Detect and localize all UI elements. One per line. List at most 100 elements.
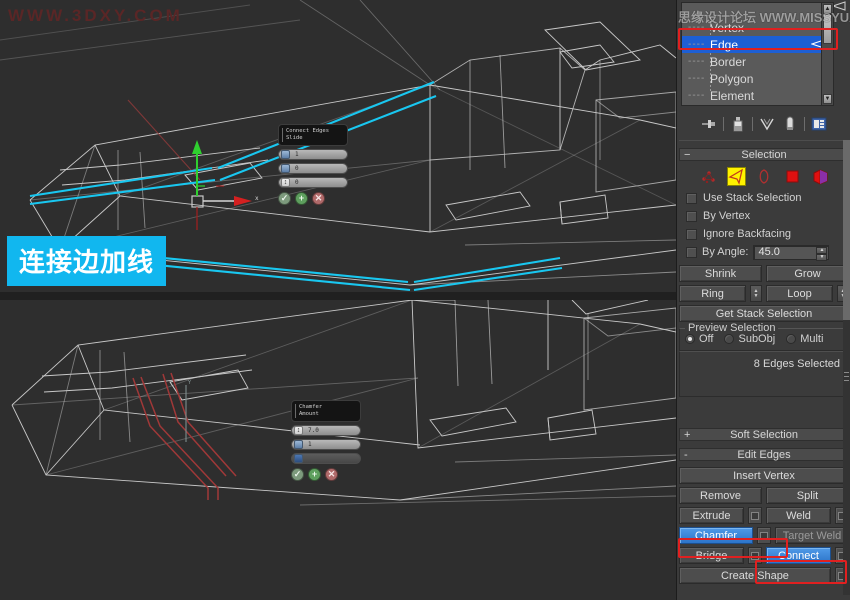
ignore-backfacing-checkbox[interactable] (686, 228, 697, 240)
stack-item-label: Shell (700, 106, 727, 107)
toolbar-separator (723, 117, 724, 131)
toolbar-separator (752, 117, 753, 131)
stack-item-shell[interactable]: Shell (682, 104, 833, 107)
element-subobject-icon[interactable] (811, 167, 830, 186)
panel-scrollbar-thumb[interactable] (843, 140, 850, 320)
tree-dash: ---- (688, 39, 706, 50)
create-shape-row: Create Shape (679, 567, 849, 584)
by-angle-spinner[interactable]: ▲ ▼ (816, 246, 828, 261)
connect-edges-caddy[interactable]: Connect Edges Slide 1 0 ↕ 0 ✓ + ✕ (278, 124, 348, 205)
connect-button[interactable]: Connect (766, 547, 831, 564)
remove-modifier-icon[interactable] (781, 115, 799, 133)
border-subobject-icon[interactable] (755, 167, 774, 186)
bridge-button[interactable]: Bridge (679, 547, 744, 564)
split-button[interactable]: Split (766, 487, 849, 504)
collapse-toggle-icon[interactable]: − (684, 149, 690, 161)
caddy-segments-row[interactable]: 1 (278, 149, 348, 160)
extrude-weld-row: Extrude Weld (679, 507, 849, 524)
stack-item-polygon[interactable]: ---- Polygon (682, 70, 833, 87)
slide-icon: ↕ (281, 178, 290, 187)
viewport-perspective-bottom[interactable]: Y Chamfer Amount ↕ 7.0 1 ✓ + ✕ (0, 300, 676, 600)
scroll-down-icon[interactable]: ▼ (823, 94, 832, 104)
extrude-settings-icon[interactable] (748, 507, 762, 524)
segments-icon (294, 440, 303, 449)
grow-button[interactable]: Grow (766, 265, 849, 282)
viewport-perspective-top[interactable]: x Connect Edges Slide 1 0 ↕ 0 ✓ + ✕ 连接边加… (0, 0, 676, 292)
make-unique-icon[interactable] (758, 115, 776, 133)
edit-edges-rollout: - Edit Edges Insert Vertex Remove Split … (679, 448, 849, 584)
selection-rollout-title: Selection (741, 148, 787, 161)
chamfer-targetweld-row: Chamfer Target Weld (679, 527, 849, 544)
chamfer-segments-row[interactable]: 1 (291, 439, 361, 450)
chamfer-ok-button[interactable]: ✓ (291, 468, 304, 481)
chamfer-amount-row[interactable]: ↕ 7.0 (291, 425, 361, 436)
selection-rollout-header[interactable]: − Selection (679, 148, 849, 161)
preview-off-radio[interactable] (685, 334, 695, 344)
caddy-apply-button[interactable]: + (295, 192, 308, 205)
chamfer-apply-button[interactable]: + (308, 468, 321, 481)
viewport-divider[interactable] (0, 292, 676, 300)
target-weld-button[interactable]: Target Weld (775, 527, 849, 544)
spinner-down-icon[interactable]: ▼ (816, 253, 828, 261)
stack-item-edge[interactable]: ---- Edge (682, 36, 833, 53)
vertex-subobject-icon[interactable] (699, 167, 718, 186)
subobject-level-row (679, 163, 849, 189)
stack-item-border[interactable]: ---- Border (682, 53, 833, 70)
show-end-result-icon[interactable] (729, 115, 747, 133)
create-shape-button[interactable]: Create Shape (679, 567, 831, 584)
chamfer-open-row[interactable] (291, 453, 361, 464)
annotation-label-connect: 连接边加线 (7, 236, 167, 286)
selection-rollout: − Selection Use Stack Selection By Verte… (679, 148, 849, 397)
edge-subobject-icon[interactable] (726, 166, 746, 186)
use-stack-selection-row[interactable]: Use Stack Selection (679, 189, 849, 207)
weld-button[interactable]: Weld (766, 507, 831, 524)
toolbar-separator (804, 117, 805, 131)
by-angle-input[interactable]: 45.0 ▲ ▼ (753, 244, 830, 261)
command-panel-scrollbar[interactable] (843, 140, 850, 595)
insert-vertex-button[interactable]: Insert Vertex (679, 467, 849, 484)
remove-button[interactable]: Remove (679, 487, 762, 504)
caddy-cancel-button[interactable]: ✕ (312, 192, 325, 205)
ignore-backfacing-row[interactable]: Ignore Backfacing (679, 225, 849, 243)
spinner-up-icon[interactable]: ▲ (816, 246, 828, 254)
bridge-settings-icon[interactable] (748, 547, 762, 564)
ring-button[interactable]: Ring (679, 285, 746, 302)
get-stack-selection-button[interactable]: Get Stack Selection (679, 305, 849, 322)
tree-dash: ---- (688, 73, 706, 84)
expand-toggle-icon[interactable]: + (684, 429, 690, 441)
caddy-ok-button[interactable]: ✓ (278, 192, 291, 205)
ring-spinner[interactable]: ▲ ▼ (750, 285, 762, 302)
caddy-segments-value: 1 (295, 151, 299, 158)
stack-item-label: Border (710, 54, 747, 69)
extrude-button[interactable]: Extrude (679, 507, 744, 524)
configure-modifier-sets-icon[interactable] (810, 115, 828, 133)
chamfer-settings-icon[interactable] (757, 527, 771, 544)
get-stack-selection-row: Get Stack Selection (679, 305, 849, 322)
by-angle-row[interactable]: By Angle: 45.0 ▲ ▼ (679, 243, 849, 261)
bridge-connect-row: Bridge Connect (679, 547, 849, 564)
chamfer-caddy[interactable]: Chamfer Amount ↕ 7.0 1 ✓ + ✕ (291, 400, 361, 481)
soft-selection-header[interactable]: + Soft Selection (679, 428, 849, 441)
preview-multi-radio[interactable] (786, 334, 797, 344)
polygon-subobject-icon[interactable] (783, 167, 802, 186)
preview-subobj-radio[interactable] (724, 334, 735, 344)
chamfer-preview-edges (132, 372, 237, 500)
shrink-button[interactable]: Shrink (679, 265, 762, 282)
caddy-slide-row[interactable]: ↕ 0 (278, 177, 348, 188)
by-vertex-checkbox[interactable] (686, 210, 697, 222)
edit-edges-header[interactable]: - Edit Edges (679, 448, 849, 461)
caddy-pinch-row[interactable]: 0 (278, 163, 348, 174)
ring-loop-row: Ring ▲▼ Loop ▲▼ (679, 285, 849, 302)
loop-button[interactable]: Loop (766, 285, 833, 302)
by-angle-checkbox[interactable] (686, 246, 697, 258)
app-root: x Connect Edges Slide 1 0 ↕ 0 ✓ + ✕ 连接边加… (0, 0, 850, 600)
use-stack-selection-checkbox[interactable] (686, 192, 697, 204)
chamfer-caddy-title: Chamfer (299, 404, 323, 410)
collapse-toggle-icon[interactable]: - (684, 449, 688, 461)
pin-stack-icon[interactable] (700, 115, 718, 133)
soft-selection-rollout[interactable]: + Soft Selection (679, 428, 849, 441)
stack-item-element[interactable]: ---- Element (682, 87, 833, 104)
chamfer-button[interactable]: Chamfer (679, 527, 753, 544)
by-vertex-row[interactable]: By Vertex (679, 207, 849, 225)
chamfer-cancel-button[interactable]: ✕ (325, 468, 338, 481)
